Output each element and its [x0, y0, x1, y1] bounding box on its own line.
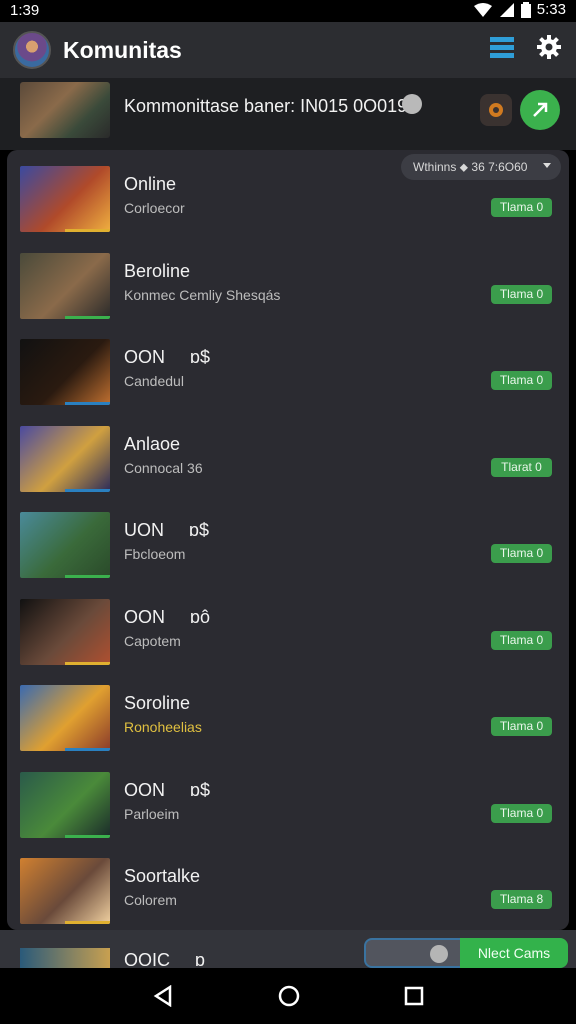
list-item[interactable]: Soroline Ronoheelias Tlama 0 [7, 677, 569, 763]
list-item-title: Soroline [124, 693, 191, 713]
list-item-title: OON ɒ$ [124, 347, 211, 367]
home-icon[interactable] [278, 985, 300, 1007]
list-item-thumbnail [20, 512, 110, 578]
select-button[interactable]: Nlect Cams [460, 938, 568, 968]
list-item-thumbnail [20, 339, 110, 405]
list-item-subtitle: Fbcloeom [124, 546, 186, 562]
list-item-thumbnail [20, 685, 110, 751]
app-bar: Komunitas [0, 22, 576, 78]
toggle-knob [430, 945, 448, 963]
list-item[interactable]: OON ɒ$ Parloeim Tlama 0 [7, 764, 569, 850]
thumbnail-progress-bar [65, 834, 110, 838]
list-item-title: OON ɒ$ [124, 779, 211, 800]
wifi-icon [473, 2, 492, 17]
status-badge[interactable]: Tlama 0 [491, 630, 552, 650]
status-badge[interactable]: Tlama 0 [491, 803, 552, 823]
list-item-title: OON ɒô [124, 606, 211, 627]
open-banner-button[interactable] [520, 90, 560, 130]
list-item[interactable]: Anlaoe Connocal 36 Tlarat 0 [7, 418, 569, 504]
status-badge[interactable]: Tlarat 0 [491, 457, 552, 477]
thumbnail-progress-bar [65, 488, 110, 492]
community-banner[interactable]: Kommonittase baner: IN015 0O019. [0, 78, 576, 150]
list-item-thumbnail [20, 166, 110, 232]
mode-toggle[interactable] [364, 938, 464, 968]
game-chip-icon [489, 103, 503, 117]
list-item-thumbnail [20, 858, 110, 924]
gear-icon[interactable] [536, 34, 562, 60]
back-icon[interactable] [152, 985, 174, 1007]
status-time: 1:39 [10, 2, 40, 19]
menu-icon[interactable] [490, 36, 514, 58]
recents-icon[interactable] [404, 986, 424, 1006]
list-item-subtitle: Corloecor [124, 200, 185, 216]
thumbnail-progress-bar [65, 315, 110, 319]
thumbnail-progress-bar [65, 661, 110, 665]
list-item-subtitle: Parloeim [124, 805, 180, 822]
banner-image [20, 82, 110, 138]
community-list: Wthinns ⬥ 36 7:6O60 Online Corloecor Tlama… [7, 150, 569, 930]
status-badge[interactable]: Tlama 0 [491, 198, 552, 217]
bottom-strip: OOIC ɒ Nlect Cams [0, 930, 576, 970]
list-item[interactable]: OON ɒ$ Candedul Tlama 0 [7, 331, 569, 417]
battery-icon [520, 1, 531, 18]
status-badge[interactable]: Tlama 0 [491, 544, 552, 563]
list-item-thumbnail [20, 771, 110, 838]
list-item[interactable]: UON ɒ$ Fbcloeom Tlama 0 [7, 504, 569, 590]
status-badge[interactable]: Tlama 0 [491, 717, 552, 736]
status-battery-text: 5:33 [536, 1, 566, 18]
list-item-title: Soortalke [124, 866, 201, 886]
list-item-thumbnail [20, 598, 110, 665]
thumbnail-progress-bar [65, 575, 110, 578]
signal-icon [499, 2, 514, 17]
thumbnail-progress-bar [65, 748, 110, 751]
list-item-subtitle: Candedul [124, 373, 184, 389]
list-item-subtitle: Ronoheelias [124, 719, 202, 735]
avatar[interactable] [13, 31, 51, 69]
list-item-subtitle: Konmec Cemliy Shesqás [124, 286, 281, 303]
list-item-subtitle: Connocal 36 [124, 459, 203, 476]
list-item[interactable]: Beroline Konmec Cemliy Shesqás Tlama 0 [7, 245, 569, 331]
list-item-subtitle: Colorem [124, 892, 177, 908]
list-item-subtitle: Capotem [124, 632, 181, 649]
status-bar: 1:39 5:33 [0, 0, 576, 22]
status-icons: 5:33 [473, 1, 566, 18]
list-item-title: Beroline [124, 260, 191, 281]
thumbnail-progress-bar [65, 402, 110, 405]
list-item[interactable]: OON ɒô Capotem Tlama 0 [7, 591, 569, 677]
list-item-thumbnail [20, 948, 110, 968]
list-item-title: Anlaoe [124, 433, 181, 454]
list-item-title: UON ɒ$ [124, 520, 210, 540]
list-item-thumbnail [20, 425, 110, 492]
list-item-title: Online [124, 174, 177, 194]
status-badge[interactable]: Tlama 0 [491, 284, 552, 304]
arrow-icon [533, 102, 548, 117]
system-nav-bar [0, 968, 576, 1024]
status-badge[interactable]: Tlama 8 [491, 890, 552, 909]
list-item[interactable]: Online Corloecor Tlama 0 [7, 158, 569, 244]
shield-icon [402, 94, 422, 114]
thumbnail-progress-bar [65, 921, 110, 924]
list-item[interactable]: Soortalke Colorem Tlama 8 [7, 850, 569, 930]
page-title: Komunitas [63, 36, 182, 63]
status-badge[interactable]: Tlama 0 [491, 371, 552, 390]
list-item-thumbnail [20, 252, 110, 319]
banner-text: Kommonittase baner: IN015 0O019. [124, 96, 413, 116]
game-chip-button[interactable] [480, 94, 512, 126]
thumbnail-progress-bar [65, 229, 110, 232]
